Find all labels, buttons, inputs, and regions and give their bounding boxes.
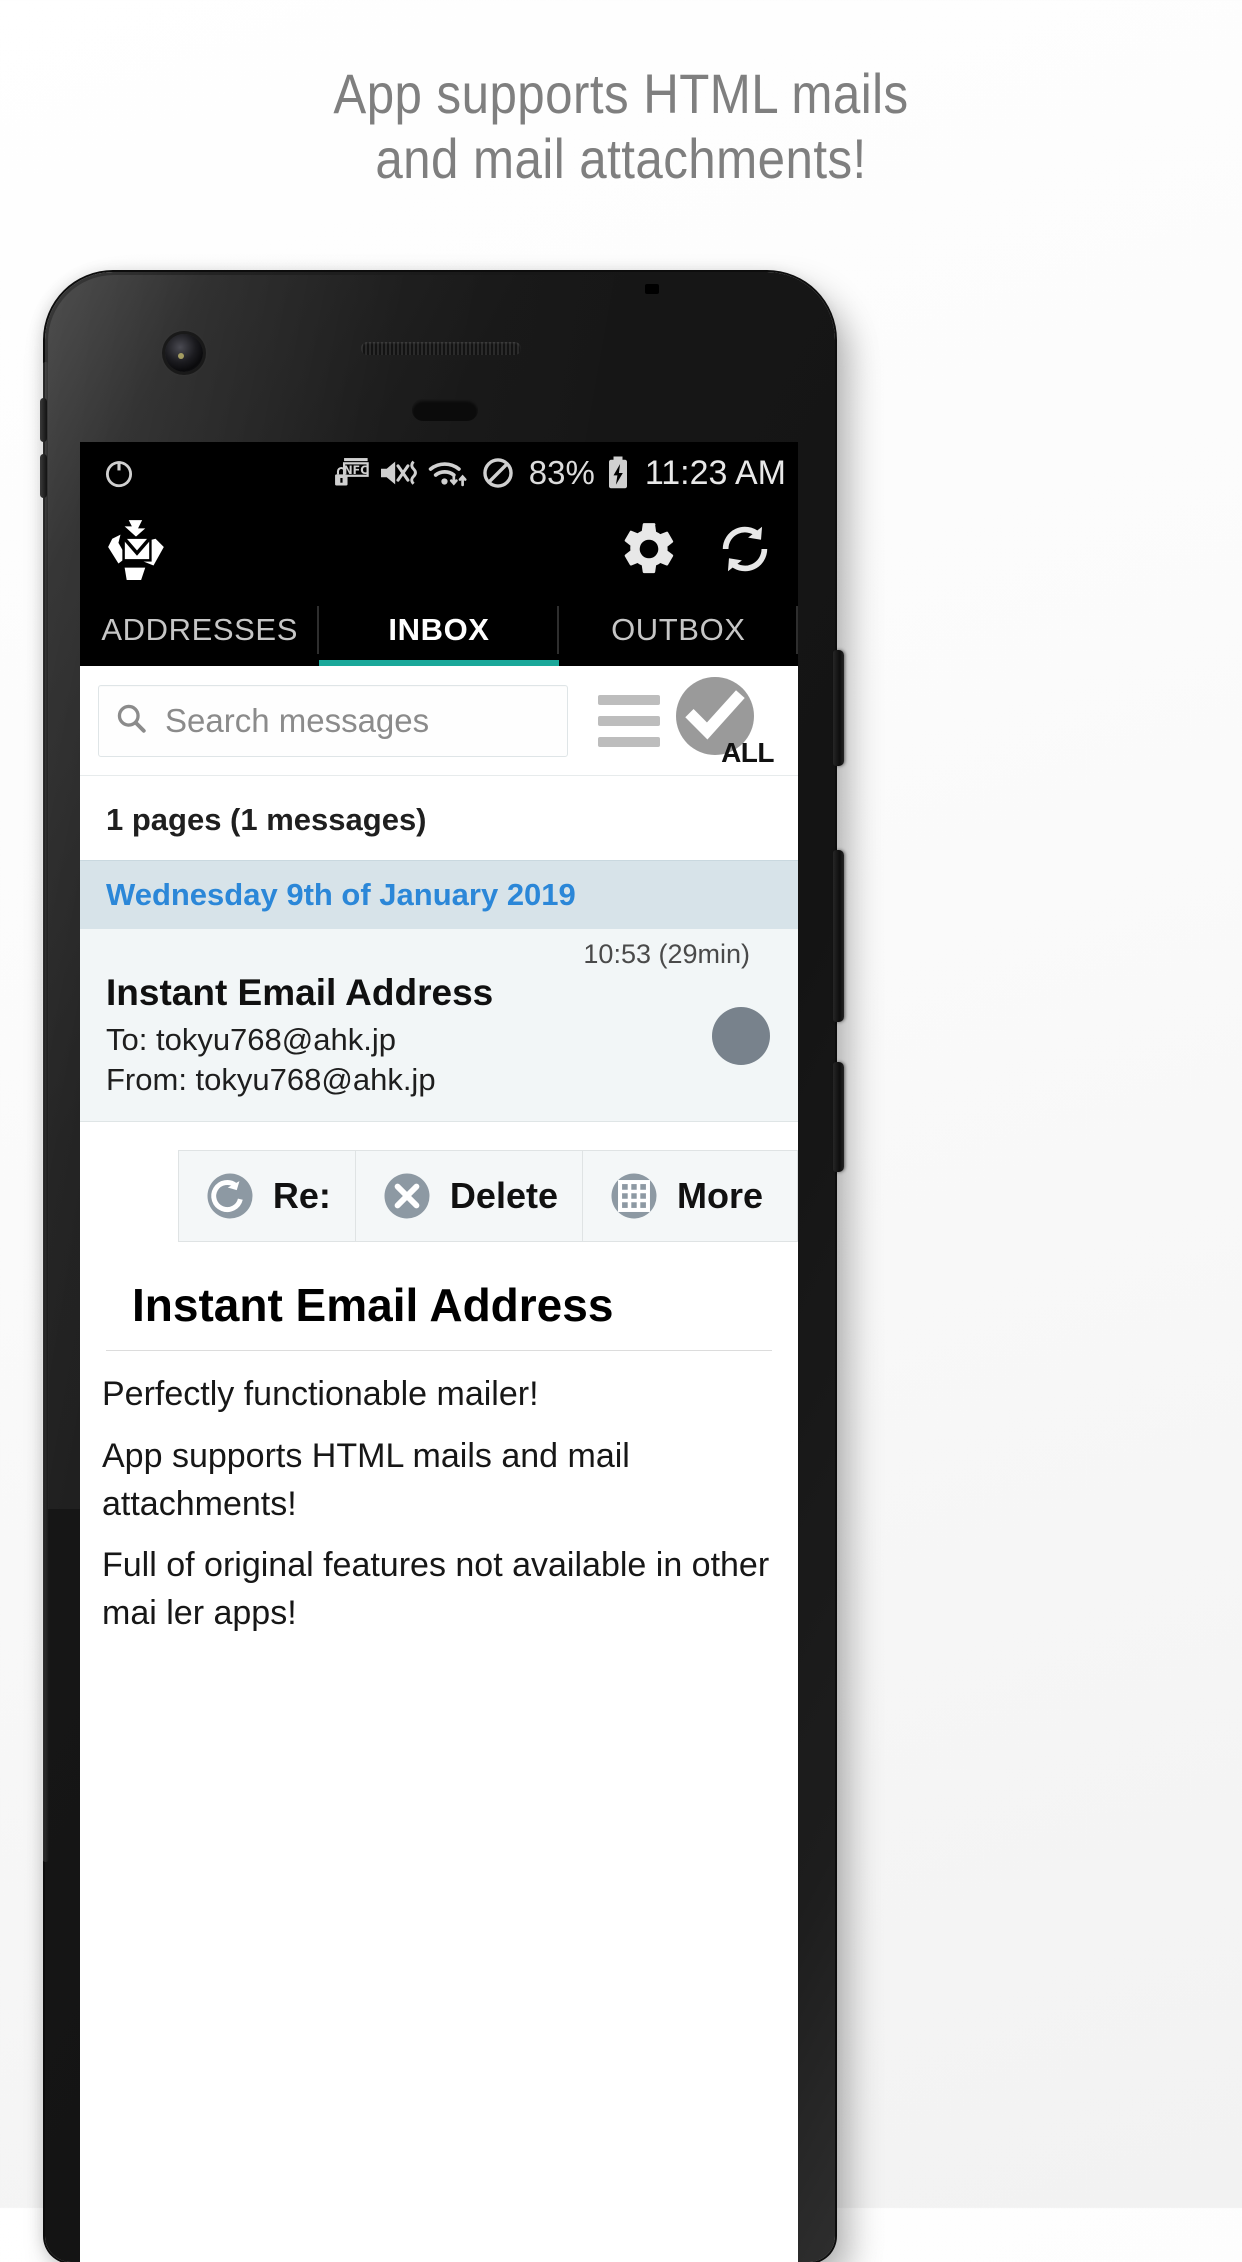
phone-screen: NFC 83% 11:23 AM ADDRESSES INBOX OUTBOX … xyxy=(80,442,798,2262)
volume-down-button[interactable] xyxy=(833,1062,844,1172)
front-camera-icon xyxy=(165,334,203,372)
search-placeholder: Search messages xyxy=(165,701,430,739)
message-from: From: tokyu768@ahk.jp xyxy=(106,1061,436,1097)
volume-mute-vibrate-icon xyxy=(378,456,418,490)
tab-inbox[interactable]: INBOX xyxy=(319,594,559,666)
tab-divider xyxy=(795,606,798,654)
table-row[interactable]: 10:53 (29min) Instant Email Address To: … xyxy=(80,929,798,1123)
screen-empty-space xyxy=(80,1651,798,1812)
battery-percent-label: 83% xyxy=(528,454,595,491)
body-paragraph: App supports HTML mails and mail attachm… xyxy=(102,1436,630,1523)
hamburger-menu-icon[interactable] xyxy=(598,694,660,747)
select-all-button[interactable]: ALL xyxy=(676,675,774,768)
message-actions: Re: Delete More xyxy=(80,1122,798,1269)
status-bar-clock: 11:23 AM xyxy=(644,453,786,492)
power-button[interactable] xyxy=(833,650,844,766)
tab-addresses[interactable]: ADDRESSES xyxy=(80,594,320,666)
action-label: Re: xyxy=(272,1175,331,1217)
recycle-envelope-logo[interactable] xyxy=(104,516,170,582)
message-timestamp: 10:53 (29min) xyxy=(583,939,750,969)
gear-icon[interactable] xyxy=(618,518,680,580)
tab-label: INBOX xyxy=(388,612,490,647)
app-bar xyxy=(80,504,798,594)
status-bar: NFC 83% 11:23 AM xyxy=(80,442,798,504)
phone-antenna-mark xyxy=(40,398,47,442)
volume-up-button[interactable] xyxy=(833,850,844,1022)
message-subject: Instant Email Address xyxy=(106,972,494,1013)
wifi-transfer-icon xyxy=(427,456,471,490)
message-body-text: Perfectly functionable mailer! App suppo… xyxy=(80,1351,798,1637)
tab-bar: ADDRESSES INBOX OUTBOX xyxy=(80,594,798,666)
delete-circle-icon xyxy=(380,1169,434,1223)
phone-left-edge-highlight xyxy=(42,362,49,1862)
action-label: Delete xyxy=(449,1175,558,1217)
avatar[interactable] xyxy=(712,1007,770,1065)
message-body-title: Instant Email Address xyxy=(106,1268,772,1352)
proximity-speaker-slot xyxy=(412,399,478,421)
tab-label: OUTBOX xyxy=(611,612,746,647)
reply-button[interactable]: Re: xyxy=(178,1151,356,1242)
more-button[interactable]: More xyxy=(582,1151,797,1242)
search-icon xyxy=(113,700,149,741)
search-input[interactable]: Search messages xyxy=(98,684,568,757)
power-saver-icon xyxy=(102,456,136,490)
reply-icon xyxy=(203,1169,257,1223)
select-all-label: ALL xyxy=(721,736,774,768)
pages-summary: 1 pages (1 messages) xyxy=(80,776,798,860)
phone-antenna-mark xyxy=(40,454,47,498)
search-toolbar: Search messages ALL xyxy=(80,666,798,776)
do-not-disturb-icon xyxy=(480,456,516,490)
message-to: To: tokyu768@ahk.jp xyxy=(106,1022,396,1057)
promo-headline: App supports HTML mails and mail attachm… xyxy=(333,62,909,190)
delete-button[interactable]: Delete xyxy=(355,1151,583,1242)
sync-refresh-icon[interactable] xyxy=(714,518,776,580)
phone-top-sensor-dot xyxy=(645,284,659,294)
nfc-lock-icon: NFC xyxy=(333,456,369,490)
date-group-header: Wednesday 9th of January 2019 xyxy=(80,860,798,929)
battery-charging-icon xyxy=(604,455,632,491)
body-paragraph: Full of original features not available … xyxy=(102,1546,770,1632)
tab-label: ADDRESSES xyxy=(101,612,298,647)
action-label: More xyxy=(676,1175,763,1217)
grid-more-icon xyxy=(607,1169,661,1223)
phone-mockup: NFC 83% 11:23 AM ADDRESSES INBOX OUTBOX … xyxy=(40,272,844,2262)
body-paragraph: Perfectly functionable mailer! xyxy=(102,1375,539,1414)
tab-outbox[interactable]: OUTBOX xyxy=(559,594,798,666)
earpiece-grill xyxy=(361,342,521,355)
